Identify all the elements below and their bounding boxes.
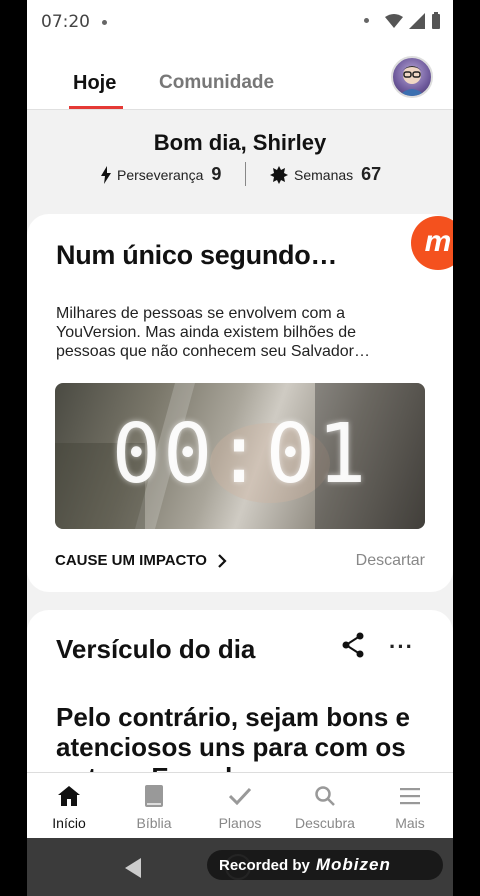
- video-timer: 00:01: [111, 407, 369, 502]
- nav-item-plans[interactable]: Planos: [200, 783, 280, 831]
- battery-icon: [432, 12, 440, 29]
- nav-label-bible: Bíblia: [136, 815, 172, 831]
- verse-card-title: Versículo do dia: [56, 634, 256, 664]
- impact-video[interactable]: 00:01: [55, 383, 425, 529]
- more-options-button[interactable]: ···: [389, 634, 414, 660]
- recorded-by-label: Recorded by: [219, 856, 310, 874]
- badge-star-icon: [270, 165, 288, 184]
- wifi-icon: [385, 13, 403, 28]
- app-screen: 07:20 Hoje Comunidade Bom dia, Shirley P…: [27, 0, 453, 896]
- perseverance-stat[interactable]: Perseverança 9: [101, 164, 221, 185]
- stats-divider: [245, 162, 246, 186]
- greeting: Bom dia, Shirley: [153, 130, 327, 155]
- nav-item-bible[interactable]: Bíblia: [114, 783, 194, 831]
- bottom-navigation: Início Bíblia Planos Descubra Mais: [27, 772, 453, 838]
- back-icon[interactable]: [125, 858, 141, 878]
- impact-card-title: Num único segundo…: [56, 240, 338, 270]
- notification-dot-icon: [102, 20, 107, 25]
- check-icon: [229, 787, 251, 805]
- bible-icon: [145, 785, 163, 807]
- search-icon: [315, 786, 335, 806]
- weeks-value: 67: [361, 164, 382, 184]
- nav-item-more[interactable]: Mais: [370, 783, 450, 831]
- nav-label-more: Mais: [395, 815, 425, 831]
- nav-item-home[interactable]: Início: [29, 783, 109, 831]
- nav-label-home: Início: [52, 815, 86, 831]
- tab-today[interactable]: Hoje: [73, 72, 116, 95]
- top-tab-bar: Hoje Comunidade: [27, 44, 453, 110]
- status-time: 07:20: [41, 12, 90, 32]
- active-tab-indicator: [69, 106, 123, 109]
- dismiss-button[interactable]: Descartar: [356, 552, 425, 570]
- signal-icon: [409, 12, 425, 29]
- weeks-stat[interactable]: Semanas 67: [270, 164, 381, 185]
- stats-row: Perseverança 9 Semanas 67: [27, 160, 453, 188]
- nav-item-discover[interactable]: Descubra: [285, 783, 365, 831]
- nav-label-discover: Descubra: [295, 815, 355, 831]
- weeks-label: Semanas: [294, 166, 354, 183]
- avatar[interactable]: [391, 56, 433, 98]
- notification-dot-icon: [364, 18, 369, 23]
- share-icon: [342, 632, 364, 658]
- nav-label-plans: Planos: [218, 815, 262, 831]
- recording-banner: Recorded by Mobizen: [207, 850, 443, 880]
- impact-card: Num único segundo… Milhares de pessoas s…: [27, 214, 453, 592]
- tab-community[interactable]: Comunidade: [159, 72, 274, 94]
- share-button[interactable]: [341, 632, 365, 663]
- perseverance-value: 9: [211, 164, 222, 184]
- mobizen-logo: Mobizen: [315, 855, 391, 874]
- system-navigation-bar: Recorded by Mobizen: [27, 838, 453, 896]
- status-bar: 07:20: [27, 0, 453, 44]
- cause-impact-label: CAUSE UM IMPACTO: [55, 552, 207, 569]
- lightning-icon: [101, 165, 111, 184]
- home-icon: [58, 786, 80, 806]
- impact-card-body: Milhares de pessoas se envolvem com a Yo…: [56, 305, 370, 360]
- cause-impact-button[interactable]: CAUSE UM IMPACTO: [55, 552, 229, 569]
- menu-icon: [400, 788, 420, 805]
- chevron-right-icon: [218, 553, 227, 568]
- perseverance-label: Perseverança: [117, 166, 204, 183]
- profile-picture-icon: [399, 66, 425, 96]
- status-icons: [364, 12, 441, 29]
